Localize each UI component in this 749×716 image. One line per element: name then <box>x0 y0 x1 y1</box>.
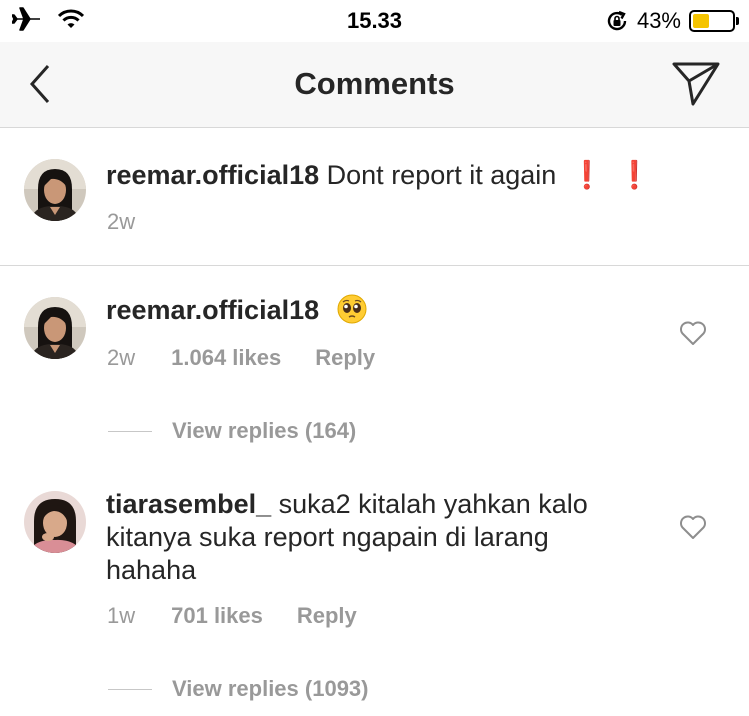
orientation-lock-icon <box>607 10 627 31</box>
heart-icon[interactable] <box>679 320 707 346</box>
comment-meta: 1w 701 likes Reply <box>107 603 357 629</box>
comment-time: 2w <box>107 345 136 370</box>
replies-divider <box>108 688 152 690</box>
comment-text: tiarasembel_ suka2 kitalah yahkan kalo k… <box>106 488 626 587</box>
replies-divider <box>108 430 152 432</box>
avatar[interactable] <box>24 297 86 359</box>
comment-time: 2w <box>107 209 136 234</box>
username[interactable]: tiarasembel_ <box>106 489 271 519</box>
pleading-face-emoji <box>337 294 367 324</box>
view-replies-button[interactable]: View replies (1093) <box>108 676 369 702</box>
comment-meta: 2w <box>107 209 135 235</box>
battery-icon <box>689 10 739 32</box>
avatar[interactable] <box>24 491 86 553</box>
likes-count[interactable]: 701 likes <box>171 603 263 629</box>
caption: reemar.official18 Dont report it again ❗ ❗… <box>0 129 749 266</box>
battery-percent: 43% <box>636 8 681 33</box>
avatar[interactable] <box>24 159 86 221</box>
caption-body: Dont report it again <box>326 160 557 190</box>
page-title: Comments <box>294 66 455 101</box>
view-replies-label: View replies (1093) <box>172 676 369 701</box>
exclamation-icon: ❗ <box>570 160 604 190</box>
status-bar: 15.33 43% <box>0 0 749 42</box>
reply-button[interactable]: Reply <box>297 603 357 629</box>
caption-text: reemar.official18 Dont report it again ❗ ❗ <box>106 159 706 192</box>
battery-level <box>693 14 710 28</box>
send-icon[interactable] <box>671 58 721 108</box>
status-right: 43% <box>605 8 739 34</box>
likes-count[interactable]: 1.064 likes <box>171 345 281 371</box>
view-replies-label: View replies (164) <box>172 418 357 443</box>
view-replies-button[interactable]: View replies (164) <box>108 418 356 444</box>
username[interactable]: reemar.official18 <box>106 295 319 325</box>
reply-button[interactable]: Reply <box>315 345 375 371</box>
header: Comments <box>0 42 749 128</box>
heart-icon[interactable] <box>679 514 707 540</box>
comment-time: 1w <box>107 603 136 628</box>
comment-text: reemar.official18 <box>106 294 646 327</box>
comment-meta: 2w 1.064 likes Reply <box>107 345 375 371</box>
username[interactable]: reemar.official18 <box>106 160 319 190</box>
exclamation-icon: ❗ <box>617 160 652 190</box>
